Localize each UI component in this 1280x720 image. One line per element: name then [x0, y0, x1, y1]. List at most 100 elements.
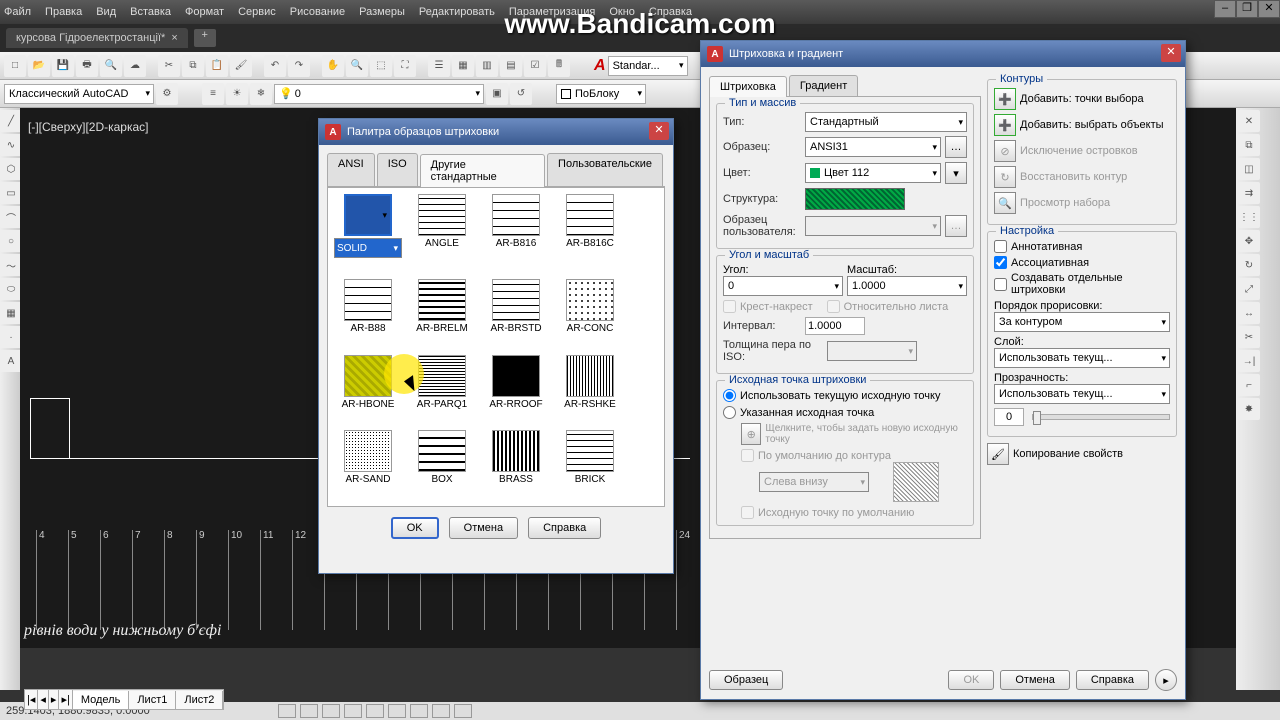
dialog-close-button[interactable]: ✕: [1161, 44, 1181, 62]
rotate-icon[interactable]: ↻: [1238, 254, 1260, 276]
close-icon[interactable]: ×: [171, 32, 177, 44]
pattern-arconc[interactable]: AR-CONC: [556, 279, 624, 349]
pattern-arparq1[interactable]: AR-PARQ1: [408, 355, 476, 425]
pattern-select[interactable]: ANSI31: [805, 137, 941, 157]
maximize-button[interactable]: ❐: [1236, 0, 1258, 18]
pattern-arhbone[interactable]: AR-HBONE: [334, 355, 402, 425]
snap-toggle[interactable]: [278, 704, 296, 718]
mirror-icon[interactable]: ◫: [1238, 158, 1260, 180]
scale-select[interactable]: 1.0000: [847, 276, 967, 296]
preview-icon[interactable]: 🔍: [100, 55, 122, 77]
ellipse-icon[interactable]: ⬭: [0, 278, 22, 300]
offset-icon[interactable]: ⇉: [1238, 182, 1260, 204]
zoom-icon[interactable]: 🔍: [346, 55, 368, 77]
move-icon[interactable]: ✥: [1238, 230, 1260, 252]
expand-button[interactable]: ▸: [1155, 669, 1177, 691]
radio-current-origin[interactable]: Использовать текущую исходную точку: [723, 389, 967, 402]
point-icon[interactable]: ·: [0, 326, 22, 348]
chk-associative[interactable]: Ассоциативная: [994, 256, 1170, 269]
layer-freeze-icon[interactable]: ❄: [250, 83, 272, 105]
match-icon[interactable]: 🖌: [230, 55, 252, 77]
pattern-arbrelm[interactable]: AR-BRELM: [408, 279, 476, 349]
ortho-toggle[interactable]: [322, 704, 340, 718]
spline-icon[interactable]: ～: [0, 254, 22, 276]
tab-nav-last[interactable]: ▸|: [59, 690, 72, 709]
tab-custom[interactable]: Пользовательские: [547, 153, 663, 186]
ok-button[interactable]: OK: [391, 517, 439, 539]
cut-icon[interactable]: ✂: [158, 55, 180, 77]
publish-icon[interactable]: ☁: [124, 55, 146, 77]
tab-other[interactable]: Другие стандартные: [420, 154, 545, 187]
zoomext-icon[interactable]: ⛶: [394, 55, 416, 77]
array-icon[interactable]: ⋮⋮: [1238, 206, 1260, 228]
menu-format[interactable]: Формат: [185, 6, 224, 18]
tab-model[interactable]: Модель: [73, 691, 129, 709]
pattern-arbrstd[interactable]: AR-BRSTD: [482, 279, 550, 349]
markup-icon[interactable]: ☑: [524, 55, 546, 77]
add-select-button[interactable]: ➕: [994, 114, 1016, 136]
rect-icon[interactable]: ▭: [0, 182, 22, 204]
menu-help[interactable]: Справка: [649, 6, 692, 18]
help-button[interactable]: Справка: [528, 517, 601, 539]
color-btn2[interactable]: ▾: [945, 162, 967, 184]
arc-icon[interactable]: ⌒: [0, 206, 22, 228]
pattern-arrshke[interactable]: AR-RSHKE: [556, 355, 624, 425]
trim-icon[interactable]: ✂: [1238, 326, 1260, 348]
tab-nav-next[interactable]: ▸: [49, 690, 60, 709]
layer-sun-icon[interactable]: ☀: [226, 83, 248, 105]
dyn-toggle[interactable]: [432, 704, 450, 718]
layer-select[interactable]: Использовать текущ...: [994, 348, 1170, 368]
pattern-brick[interactable]: BRICK: [556, 430, 624, 500]
color-select[interactable]: Цвет 112: [805, 163, 941, 183]
designcenter-icon[interactable]: ▦: [452, 55, 474, 77]
document-tab[interactable]: курсова Гідроелектростанції* ×: [6, 28, 188, 48]
pattern-arrroof[interactable]: AR-RROOF: [482, 355, 550, 425]
structure-preview[interactable]: [805, 188, 905, 210]
tab-gradient[interactable]: Градиент: [789, 75, 858, 96]
menu-modify[interactable]: Редактировать: [419, 6, 495, 18]
transparency-input[interactable]: [994, 408, 1024, 426]
props-icon[interactable]: ☰: [428, 55, 450, 77]
redo-icon[interactable]: ↷: [288, 55, 310, 77]
tab-ansi[interactable]: ANSI: [327, 153, 375, 186]
minimize-button[interactable]: ‒: [1214, 0, 1236, 18]
sheet-icon[interactable]: ▤: [500, 55, 522, 77]
menu-param[interactable]: Параметризация: [509, 6, 595, 18]
layer-props-icon[interactable]: ≡: [202, 83, 224, 105]
copy-icon[interactable]: ⧉: [182, 55, 204, 77]
layerprev-icon[interactable]: ↺: [510, 83, 532, 105]
hatch-icon[interactable]: ▦: [0, 302, 22, 324]
polyline-icon[interactable]: ∿: [0, 134, 22, 156]
pattern-arb88[interactable]: AR-B88: [334, 279, 402, 349]
dialog-titlebar[interactable]: A Штриховка и градиент ✕: [701, 41, 1185, 67]
color-combo[interactable]: ПоБлоку: [556, 84, 646, 104]
undo-icon[interactable]: ↶: [264, 55, 286, 77]
layer-combo[interactable]: 💡 0: [274, 84, 484, 104]
add-pick-button[interactable]: ➕: [994, 88, 1016, 110]
copy-icon[interactable]: ⧉: [1238, 134, 1260, 156]
zoomwin-icon[interactable]: ⬚: [370, 55, 392, 77]
menu-window[interactable]: Окно: [609, 6, 635, 18]
pattern-arb816[interactable]: AR-B816: [482, 194, 550, 273]
polygon-icon[interactable]: ⬡: [0, 158, 22, 180]
pattern-browse-button[interactable]: …: [945, 136, 967, 158]
help-button[interactable]: Справка: [1076, 670, 1149, 690]
workspace-combo[interactable]: Standar...: [608, 56, 688, 76]
close-button[interactable]: ✕: [1258, 0, 1280, 18]
cancel-button[interactable]: Отмена: [1000, 670, 1069, 690]
pattern-box[interactable]: BOX: [408, 430, 476, 500]
gear-icon[interactable]: ⚙: [156, 83, 178, 105]
scale-icon[interactable]: ⤢: [1238, 278, 1260, 300]
draworder-select[interactable]: За контуром: [994, 312, 1170, 332]
extend-icon[interactable]: →|: [1238, 350, 1260, 372]
transparency-slider[interactable]: [1032, 414, 1170, 420]
menu-tools[interactable]: Сервис: [238, 6, 276, 18]
pattern-solid[interactable]: SOLID: [334, 194, 402, 273]
inherit-props-button[interactable]: 🖌: [987, 443, 1009, 465]
osnap-toggle[interactable]: [366, 704, 384, 718]
new-icon[interactable]: □: [4, 55, 26, 77]
pattern-angle[interactable]: ANGLE: [408, 194, 476, 273]
angle-select[interactable]: 0: [723, 276, 843, 296]
explode-icon[interactable]: ✸: [1238, 398, 1260, 420]
tab-layout1[interactable]: Лист1: [129, 691, 176, 709]
